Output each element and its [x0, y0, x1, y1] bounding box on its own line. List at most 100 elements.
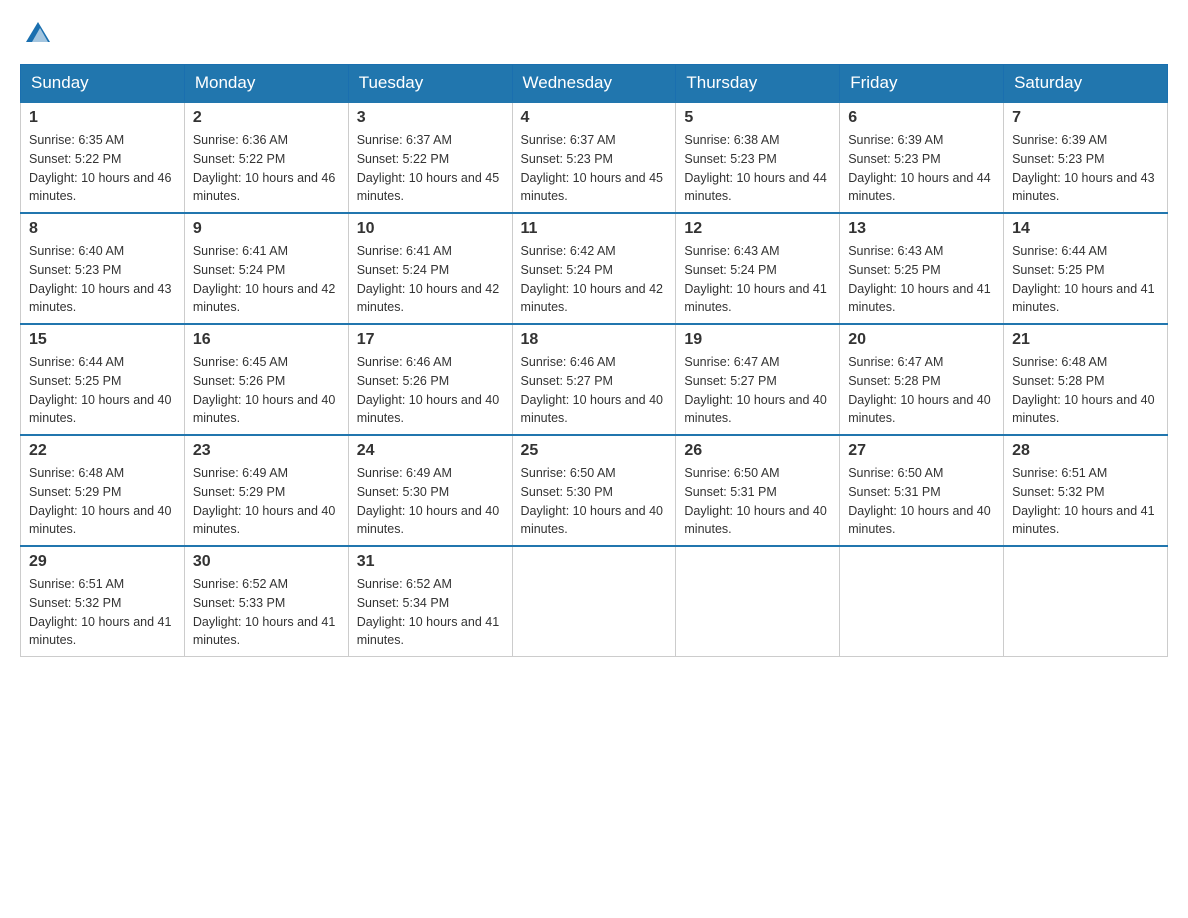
day-info: Sunrise: 6:41 AM Sunset: 5:24 PM Dayligh… [357, 242, 504, 317]
calendar-cell: 16 Sunrise: 6:45 AM Sunset: 5:26 PM Dayl… [184, 324, 348, 435]
day-number: 18 [521, 331, 668, 349]
calendar-cell: 5 Sunrise: 6:38 AM Sunset: 5:23 PM Dayli… [676, 102, 840, 213]
day-number: 6 [848, 109, 995, 127]
day-info: Sunrise: 6:52 AM Sunset: 5:33 PM Dayligh… [193, 575, 340, 650]
calendar-cell: 15 Sunrise: 6:44 AM Sunset: 5:25 PM Dayl… [21, 324, 185, 435]
calendar-cell: 20 Sunrise: 6:47 AM Sunset: 5:28 PM Dayl… [840, 324, 1004, 435]
day-info: Sunrise: 6:50 AM Sunset: 5:31 PM Dayligh… [684, 464, 831, 539]
calendar-cell: 17 Sunrise: 6:46 AM Sunset: 5:26 PM Dayl… [348, 324, 512, 435]
day-number: 7 [1012, 109, 1159, 127]
day-number: 5 [684, 109, 831, 127]
day-info: Sunrise: 6:52 AM Sunset: 5:34 PM Dayligh… [357, 575, 504, 650]
day-info: Sunrise: 6:49 AM Sunset: 5:29 PM Dayligh… [193, 464, 340, 539]
day-info: Sunrise: 6:46 AM Sunset: 5:26 PM Dayligh… [357, 353, 504, 428]
calendar-cell: 11 Sunrise: 6:42 AM Sunset: 5:24 PM Dayl… [512, 213, 676, 324]
day-info: Sunrise: 6:48 AM Sunset: 5:28 PM Dayligh… [1012, 353, 1159, 428]
day-info: Sunrise: 6:51 AM Sunset: 5:32 PM Dayligh… [29, 575, 176, 650]
weekday-header-saturday: Saturday [1004, 65, 1168, 103]
weekday-header-sunday: Sunday [21, 65, 185, 103]
day-number: 4 [521, 109, 668, 127]
day-number: 12 [684, 220, 831, 238]
calendar-cell: 6 Sunrise: 6:39 AM Sunset: 5:23 PM Dayli… [840, 102, 1004, 213]
day-number: 23 [193, 442, 340, 460]
day-number: 14 [1012, 220, 1159, 238]
calendar-cell: 4 Sunrise: 6:37 AM Sunset: 5:23 PM Dayli… [512, 102, 676, 213]
day-number: 29 [29, 553, 176, 571]
day-number: 24 [357, 442, 504, 460]
calendar-cell [512, 546, 676, 657]
day-number: 1 [29, 109, 176, 127]
calendar-cell [840, 546, 1004, 657]
day-info: Sunrise: 6:48 AM Sunset: 5:29 PM Dayligh… [29, 464, 176, 539]
day-info: Sunrise: 6:47 AM Sunset: 5:28 PM Dayligh… [848, 353, 995, 428]
day-info: Sunrise: 6:35 AM Sunset: 5:22 PM Dayligh… [29, 131, 176, 206]
day-info: Sunrise: 6:37 AM Sunset: 5:22 PM Dayligh… [357, 131, 504, 206]
calendar-cell: 13 Sunrise: 6:43 AM Sunset: 5:25 PM Dayl… [840, 213, 1004, 324]
day-number: 30 [193, 553, 340, 571]
day-number: 28 [1012, 442, 1159, 460]
day-info: Sunrise: 6:47 AM Sunset: 5:27 PM Dayligh… [684, 353, 831, 428]
day-number: 31 [357, 553, 504, 571]
calendar-cell: 31 Sunrise: 6:52 AM Sunset: 5:34 PM Dayl… [348, 546, 512, 657]
calendar-cell: 26 Sunrise: 6:50 AM Sunset: 5:31 PM Dayl… [676, 435, 840, 546]
calendar-cell: 1 Sunrise: 6:35 AM Sunset: 5:22 PM Dayli… [21, 102, 185, 213]
calendar-cell: 2 Sunrise: 6:36 AM Sunset: 5:22 PM Dayli… [184, 102, 348, 213]
day-info: Sunrise: 6:50 AM Sunset: 5:31 PM Dayligh… [848, 464, 995, 539]
calendar-week-row: 1 Sunrise: 6:35 AM Sunset: 5:22 PM Dayli… [21, 102, 1168, 213]
day-number: 20 [848, 331, 995, 349]
calendar-cell: 23 Sunrise: 6:49 AM Sunset: 5:29 PM Dayl… [184, 435, 348, 546]
day-number: 9 [193, 220, 340, 238]
day-info: Sunrise: 6:41 AM Sunset: 5:24 PM Dayligh… [193, 242, 340, 317]
calendar-cell: 28 Sunrise: 6:51 AM Sunset: 5:32 PM Dayl… [1004, 435, 1168, 546]
day-info: Sunrise: 6:50 AM Sunset: 5:30 PM Dayligh… [521, 464, 668, 539]
calendar-cell: 29 Sunrise: 6:51 AM Sunset: 5:32 PM Dayl… [21, 546, 185, 657]
calendar-cell: 10 Sunrise: 6:41 AM Sunset: 5:24 PM Dayl… [348, 213, 512, 324]
page-header [20, 20, 1168, 44]
weekday-header-wednesday: Wednesday [512, 65, 676, 103]
day-info: Sunrise: 6:39 AM Sunset: 5:23 PM Dayligh… [848, 131, 995, 206]
day-number: 2 [193, 109, 340, 127]
day-info: Sunrise: 6:43 AM Sunset: 5:24 PM Dayligh… [684, 242, 831, 317]
day-number: 27 [848, 442, 995, 460]
weekday-header-tuesday: Tuesday [348, 65, 512, 103]
day-info: Sunrise: 6:37 AM Sunset: 5:23 PM Dayligh… [521, 131, 668, 206]
day-info: Sunrise: 6:36 AM Sunset: 5:22 PM Dayligh… [193, 131, 340, 206]
day-info: Sunrise: 6:38 AM Sunset: 5:23 PM Dayligh… [684, 131, 831, 206]
day-number: 21 [1012, 331, 1159, 349]
day-number: 22 [29, 442, 176, 460]
calendar-cell: 3 Sunrise: 6:37 AM Sunset: 5:22 PM Dayli… [348, 102, 512, 213]
day-number: 13 [848, 220, 995, 238]
day-info: Sunrise: 6:40 AM Sunset: 5:23 PM Dayligh… [29, 242, 176, 317]
calendar-cell: 8 Sunrise: 6:40 AM Sunset: 5:23 PM Dayli… [21, 213, 185, 324]
day-number: 3 [357, 109, 504, 127]
day-number: 25 [521, 442, 668, 460]
calendar-cell: 27 Sunrise: 6:50 AM Sunset: 5:31 PM Dayl… [840, 435, 1004, 546]
calendar-cell: 24 Sunrise: 6:49 AM Sunset: 5:30 PM Dayl… [348, 435, 512, 546]
calendar-table: SundayMondayTuesdayWednesdayThursdayFrid… [20, 64, 1168, 657]
calendar-week-row: 15 Sunrise: 6:44 AM Sunset: 5:25 PM Dayl… [21, 324, 1168, 435]
calendar-week-row: 22 Sunrise: 6:48 AM Sunset: 5:29 PM Dayl… [21, 435, 1168, 546]
weekday-header-monday: Monday [184, 65, 348, 103]
day-number: 11 [521, 220, 668, 238]
day-info: Sunrise: 6:51 AM Sunset: 5:32 PM Dayligh… [1012, 464, 1159, 539]
day-info: Sunrise: 6:46 AM Sunset: 5:27 PM Dayligh… [521, 353, 668, 428]
calendar-cell: 21 Sunrise: 6:48 AM Sunset: 5:28 PM Dayl… [1004, 324, 1168, 435]
weekday-header-row: SundayMondayTuesdayWednesdayThursdayFrid… [21, 65, 1168, 103]
day-number: 26 [684, 442, 831, 460]
calendar-cell: 19 Sunrise: 6:47 AM Sunset: 5:27 PM Dayl… [676, 324, 840, 435]
calendar-cell: 30 Sunrise: 6:52 AM Sunset: 5:33 PM Dayl… [184, 546, 348, 657]
day-info: Sunrise: 6:45 AM Sunset: 5:26 PM Dayligh… [193, 353, 340, 428]
logo-icon [26, 20, 50, 44]
day-info: Sunrise: 6:44 AM Sunset: 5:25 PM Dayligh… [29, 353, 176, 428]
day-number: 19 [684, 331, 831, 349]
calendar-cell: 12 Sunrise: 6:43 AM Sunset: 5:24 PM Dayl… [676, 213, 840, 324]
calendar-week-row: 29 Sunrise: 6:51 AM Sunset: 5:32 PM Dayl… [21, 546, 1168, 657]
day-info: Sunrise: 6:39 AM Sunset: 5:23 PM Dayligh… [1012, 131, 1159, 206]
day-info: Sunrise: 6:43 AM Sunset: 5:25 PM Dayligh… [848, 242, 995, 317]
calendar-cell: 25 Sunrise: 6:50 AM Sunset: 5:30 PM Dayl… [512, 435, 676, 546]
weekday-header-thursday: Thursday [676, 65, 840, 103]
weekday-header-friday: Friday [840, 65, 1004, 103]
logo [20, 20, 54, 44]
day-number: 8 [29, 220, 176, 238]
day-number: 17 [357, 331, 504, 349]
